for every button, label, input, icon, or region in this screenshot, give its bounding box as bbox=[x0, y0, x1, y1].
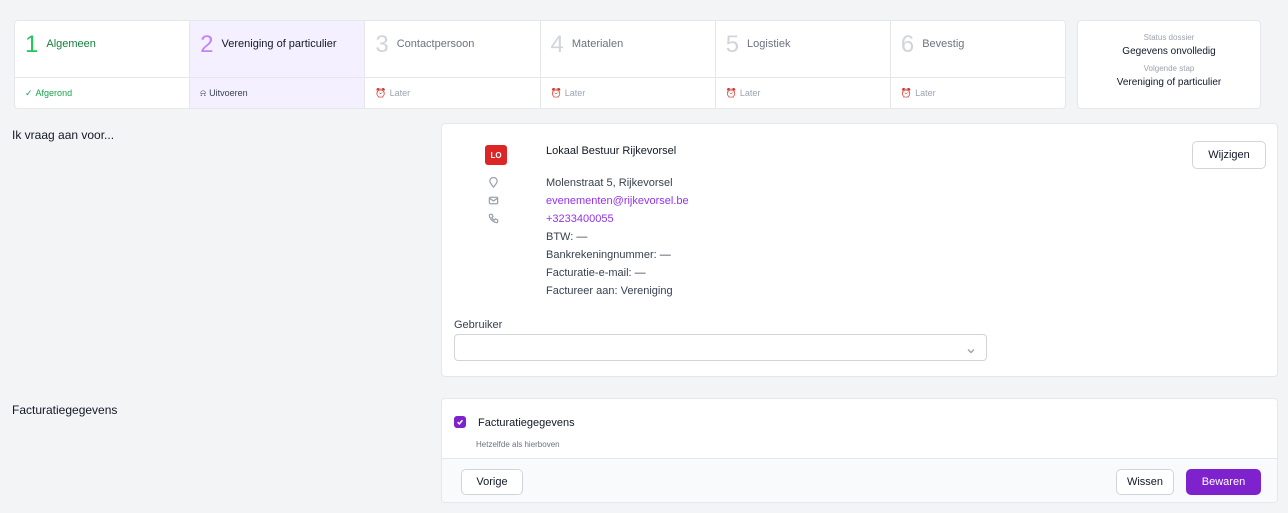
alarm-clock-icon: ⏰ bbox=[550, 87, 562, 98]
step-number: 4 bbox=[550, 31, 564, 58]
next-step-value: Vereniging of particulier bbox=[1116, 77, 1222, 88]
user-select[interactable] bbox=[454, 334, 987, 361]
step-label: Logistiek bbox=[747, 38, 791, 50]
check-icon: ✓ bbox=[25, 87, 33, 98]
organization-card: LO Lokaal Bestuur Rijkevorsel Molenstraa… bbox=[441, 123, 1278, 377]
step-number: 6 bbox=[900, 31, 915, 58]
organization-address: Molenstraat 5, Rijkevorsel bbox=[546, 177, 673, 189]
form-footer: Vorige Wissen Bewaren bbox=[442, 458, 1277, 502]
mail-icon bbox=[486, 193, 500, 207]
organization-bill-to: Factureer aan: Vereniging bbox=[546, 285, 673, 297]
alarm-clock-icon: ⏰ bbox=[375, 87, 387, 98]
request-section-title: Ik vraag aan voor... bbox=[12, 128, 115, 142]
step-contactpersoon[interactable]: 3 Contactpersoon ⏰ Later bbox=[365, 21, 541, 108]
step-number: 5 bbox=[725, 31, 740, 58]
step-bevestig[interactable]: 6 Bevestig ⏰ Later bbox=[890, 21, 1065, 108]
step-status-text: Later bbox=[915, 88, 936, 98]
step-status: ⏰ Later bbox=[365, 78, 539, 108]
step-status: ⏰ Later bbox=[891, 78, 1065, 108]
step-label: Algemeen bbox=[46, 38, 96, 50]
alarm-clock-icon: ⏰ bbox=[725, 87, 737, 98]
billing-section-title: Facturatiegegevens bbox=[12, 403, 118, 417]
billing-checkbox-hint: Hetzelfde als hierboven bbox=[476, 440, 560, 449]
step-header: 6 Bevestig bbox=[890, 21, 1065, 78]
step-number: 2 bbox=[200, 31, 214, 58]
clear-button[interactable]: Wissen bbox=[1116, 469, 1174, 495]
step-header: 2 Vereniging of particulier bbox=[190, 21, 365, 78]
step-header: 5 Logistiek bbox=[715, 21, 890, 78]
next-step-caption: Volgende stap bbox=[1143, 64, 1195, 73]
organization-name: Lokaal Bestuur Rijkevorsel bbox=[546, 145, 677, 157]
step-algemeen[interactable]: 1 Algemeen ✓ Afgerond bbox=[15, 21, 191, 108]
organization-vat: BTW: — bbox=[546, 231, 588, 243]
step-materialen[interactable]: 4 Materialen ⏰ Later bbox=[540, 21, 716, 108]
user-field-label: Gebruiker bbox=[454, 319, 503, 331]
dossier-status-value: Gegevens onvolledig bbox=[1122, 46, 1216, 57]
step-status: ✓ Afgerond bbox=[15, 78, 189, 108]
chevron-down-icon bbox=[966, 343, 976, 354]
checkmark-icon bbox=[457, 419, 464, 426]
step-header: 3 Contactpersoon bbox=[365, 21, 540, 78]
step-label: Contactpersoon bbox=[396, 38, 475, 50]
step-number: 1 bbox=[25, 31, 39, 58]
step-logistiek[interactable]: 5 Logistiek ⏰ Later bbox=[715, 21, 891, 108]
step-status: ⍾ Uitvoeren bbox=[190, 78, 364, 108]
step-label: Vereniging of particulier bbox=[221, 38, 337, 50]
organization-phone-link[interactable]: +3233400055 bbox=[546, 212, 614, 226]
organization-bank-account: Bankrekeningnummer: — bbox=[546, 249, 671, 261]
stepper: 1 Algemeen ✓ Afgerond 2 Vereniging of pa… bbox=[14, 20, 1066, 109]
step-status-text: Afgerond bbox=[35, 88, 73, 98]
billing-checkbox-label: Facturatiegegevens bbox=[478, 417, 575, 429]
billing-same-checkbox[interactable] bbox=[454, 416, 466, 428]
organization-avatar: LO bbox=[485, 145, 507, 165]
billing-card: Facturatiegegevens Hetzelfde als hierbov… bbox=[441, 398, 1278, 503]
save-button[interactable]: Bewaren bbox=[1186, 469, 1261, 495]
step-header: 4 Materialen bbox=[540, 21, 715, 78]
alarm-clock-icon: ⏰ bbox=[900, 87, 913, 98]
step-status: ⏰ Later bbox=[541, 78, 715, 108]
organization-email-link[interactable]: evenementen@rijkevorsel.be bbox=[546, 194, 689, 208]
step-status-text: Later bbox=[564, 88, 586, 98]
dossier-status-caption: Status dossier bbox=[1143, 33, 1195, 42]
dossier-status-panel: Status dossier Gegevens onvolledig Volge… bbox=[1077, 20, 1261, 109]
step-status-text: Uitvoeren bbox=[209, 88, 248, 98]
previous-button[interactable]: Vorige bbox=[461, 469, 523, 495]
organization-billing-email: Facturatie-e-mail: — bbox=[546, 267, 646, 279]
step-status: ⏰ Later bbox=[716, 78, 890, 108]
map-pin-icon bbox=[486, 175, 500, 189]
step-vereniging[interactable]: 2 Vereniging of particulier ⍾ Uitvoeren bbox=[190, 21, 366, 108]
step-header: 1 Algemeen bbox=[15, 21, 190, 78]
edit-button[interactable]: Wijzigen bbox=[1192, 141, 1266, 169]
bell-icon: ⍾ bbox=[200, 87, 207, 98]
step-number: 3 bbox=[375, 31, 389, 58]
step-status-text: Later bbox=[389, 88, 411, 98]
step-label: Materialen bbox=[571, 38, 624, 50]
step-label: Bevestig bbox=[922, 38, 965, 50]
step-status-text: Later bbox=[739, 88, 761, 98]
phone-icon bbox=[486, 211, 500, 225]
